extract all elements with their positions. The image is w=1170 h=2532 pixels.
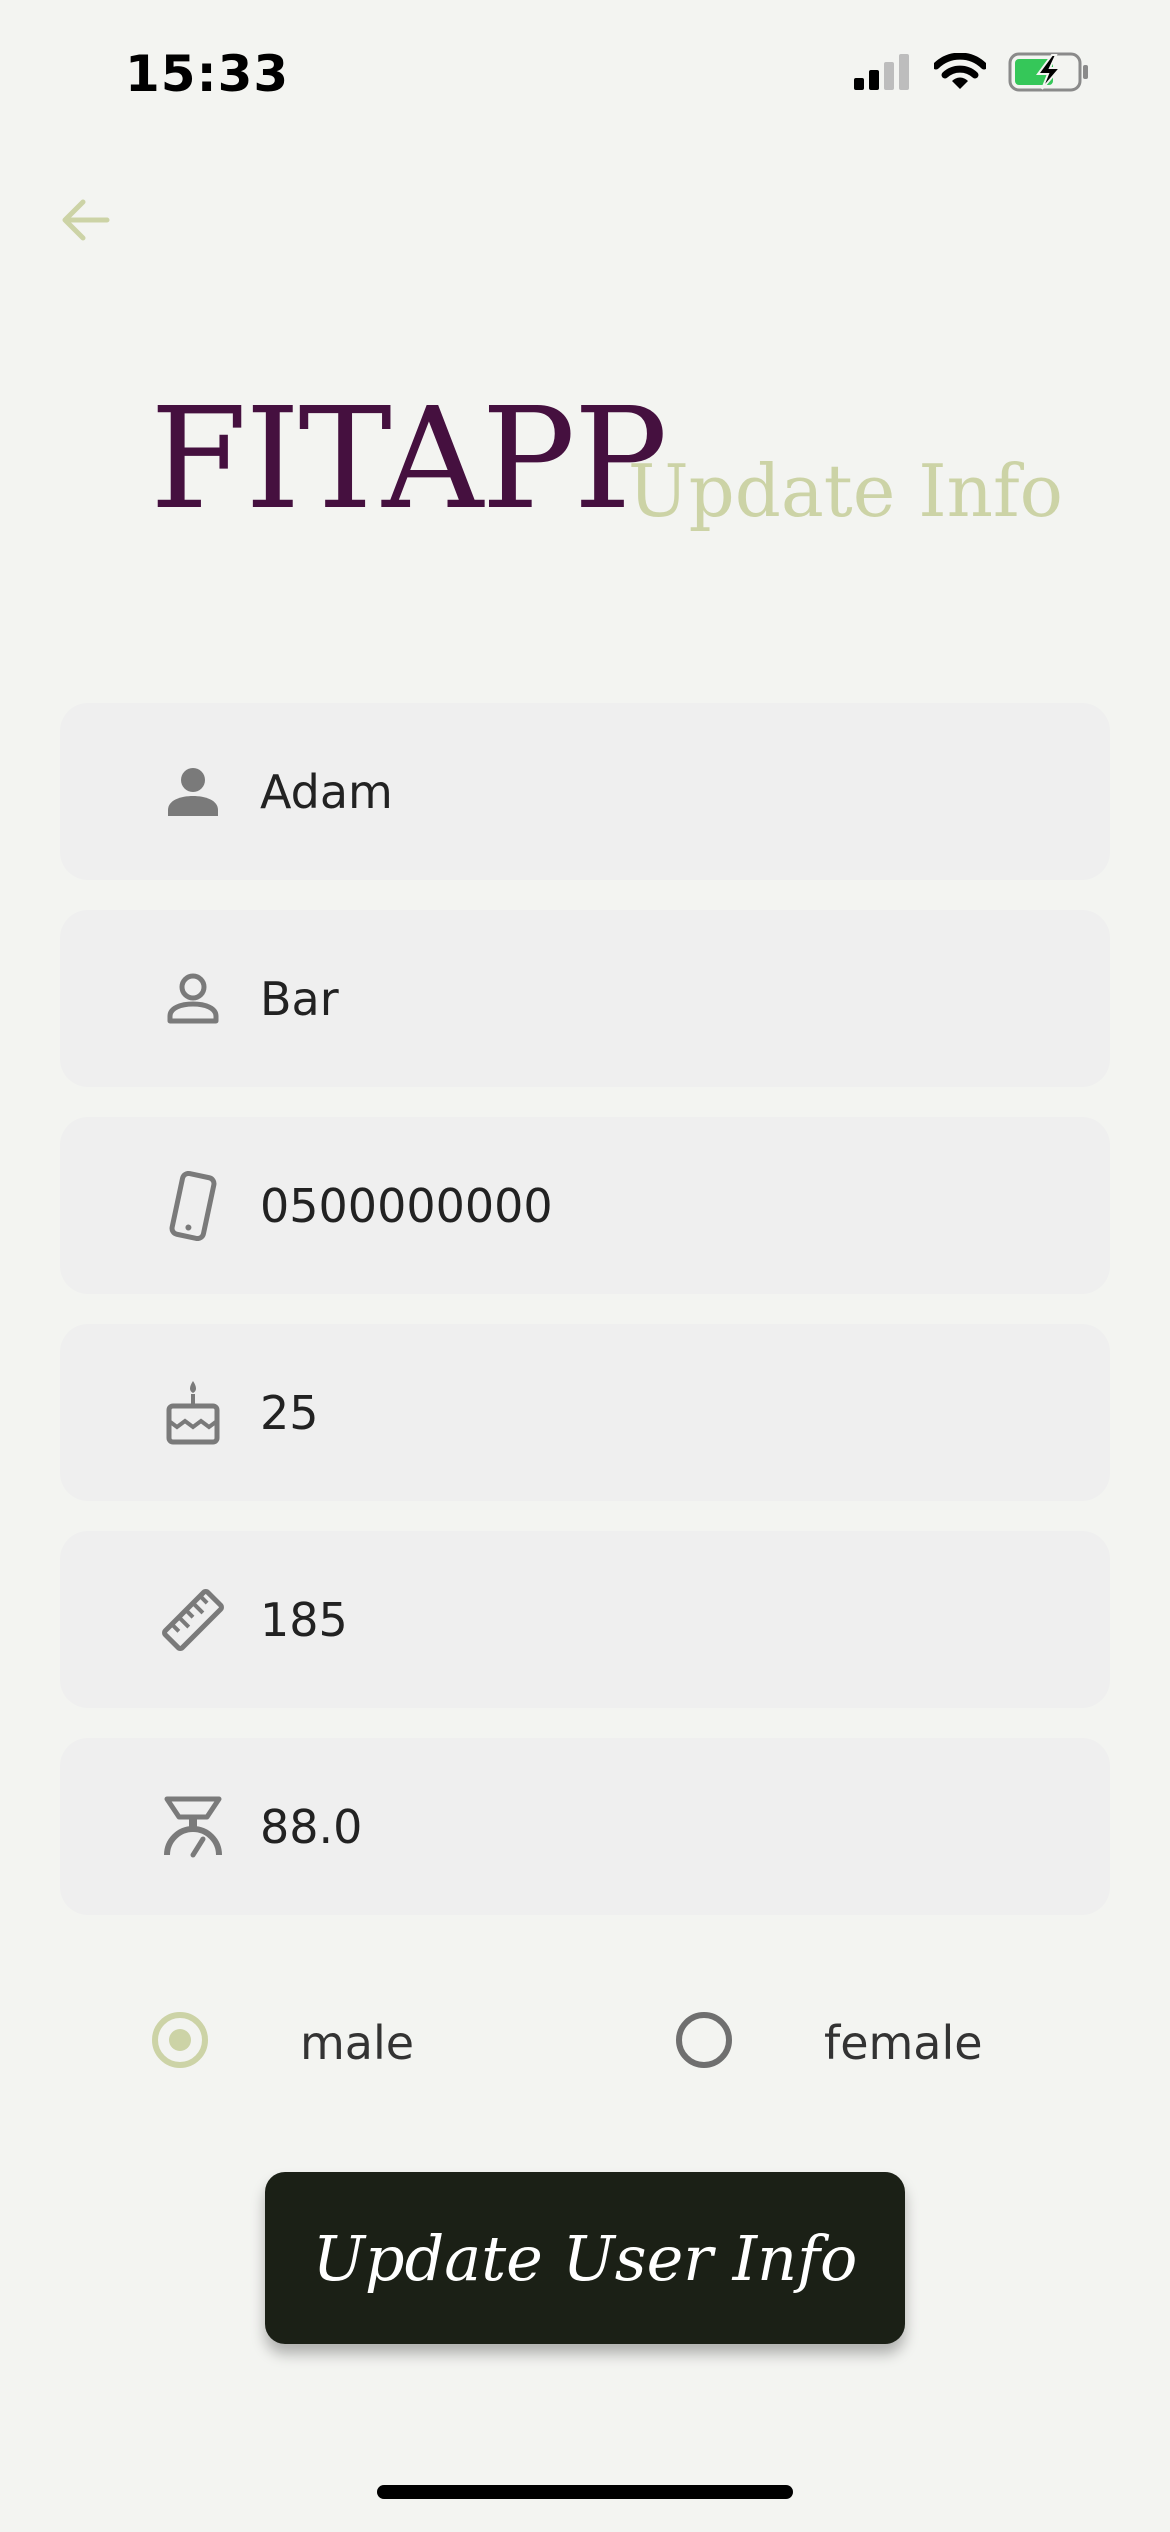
cake-icon — [158, 1378, 228, 1448]
male-radio[interactable] — [152, 2012, 208, 2068]
back-button[interactable] — [55, 190, 115, 250]
age-input[interactable] — [260, 1385, 1040, 1440]
arrow-left-icon — [62, 199, 110, 241]
weight-input[interactable] — [260, 1799, 1040, 1854]
person-outline-icon — [158, 964, 228, 1034]
signal-icon — [854, 54, 909, 90]
male-label[interactable]: male — [300, 2016, 414, 2070]
weight-field[interactable] — [60, 1738, 1110, 1915]
status-icons — [854, 52, 1090, 92]
female-radio[interactable] — [676, 2012, 732, 2068]
page-subtitle: Update Info — [628, 449, 1064, 533]
home-indicator[interactable] — [377, 2485, 793, 2499]
gender-radio-group: male female — [0, 2012, 1170, 2076]
phone-input[interactable] — [260, 1178, 1040, 1233]
update-user-info-button[interactable]: Update User Info — [265, 2172, 905, 2344]
ruler-icon — [158, 1585, 228, 1655]
status-time: 15:33 — [125, 45, 290, 103]
height-input[interactable] — [260, 1592, 1040, 1647]
battery-charging-icon — [1008, 52, 1088, 92]
phone-field[interactable] — [60, 1117, 1110, 1294]
last-name-field[interactable] — [60, 910, 1110, 1087]
scale-icon — [158, 1792, 228, 1862]
person-icon — [158, 757, 228, 827]
height-field[interactable] — [60, 1531, 1110, 1708]
age-field[interactable] — [60, 1324, 1110, 1501]
brand-title: FITAPP — [150, 378, 668, 541]
female-label[interactable]: female — [824, 2016, 983, 2070]
last-name-input[interactable] — [260, 971, 1040, 1026]
status-bar: 15:33 — [0, 0, 1170, 150]
first-name-field[interactable] — [60, 703, 1110, 880]
first-name-input[interactable] — [260, 764, 1040, 819]
wifi-icon — [934, 53, 986, 89]
phone-icon — [158, 1170, 228, 1241]
